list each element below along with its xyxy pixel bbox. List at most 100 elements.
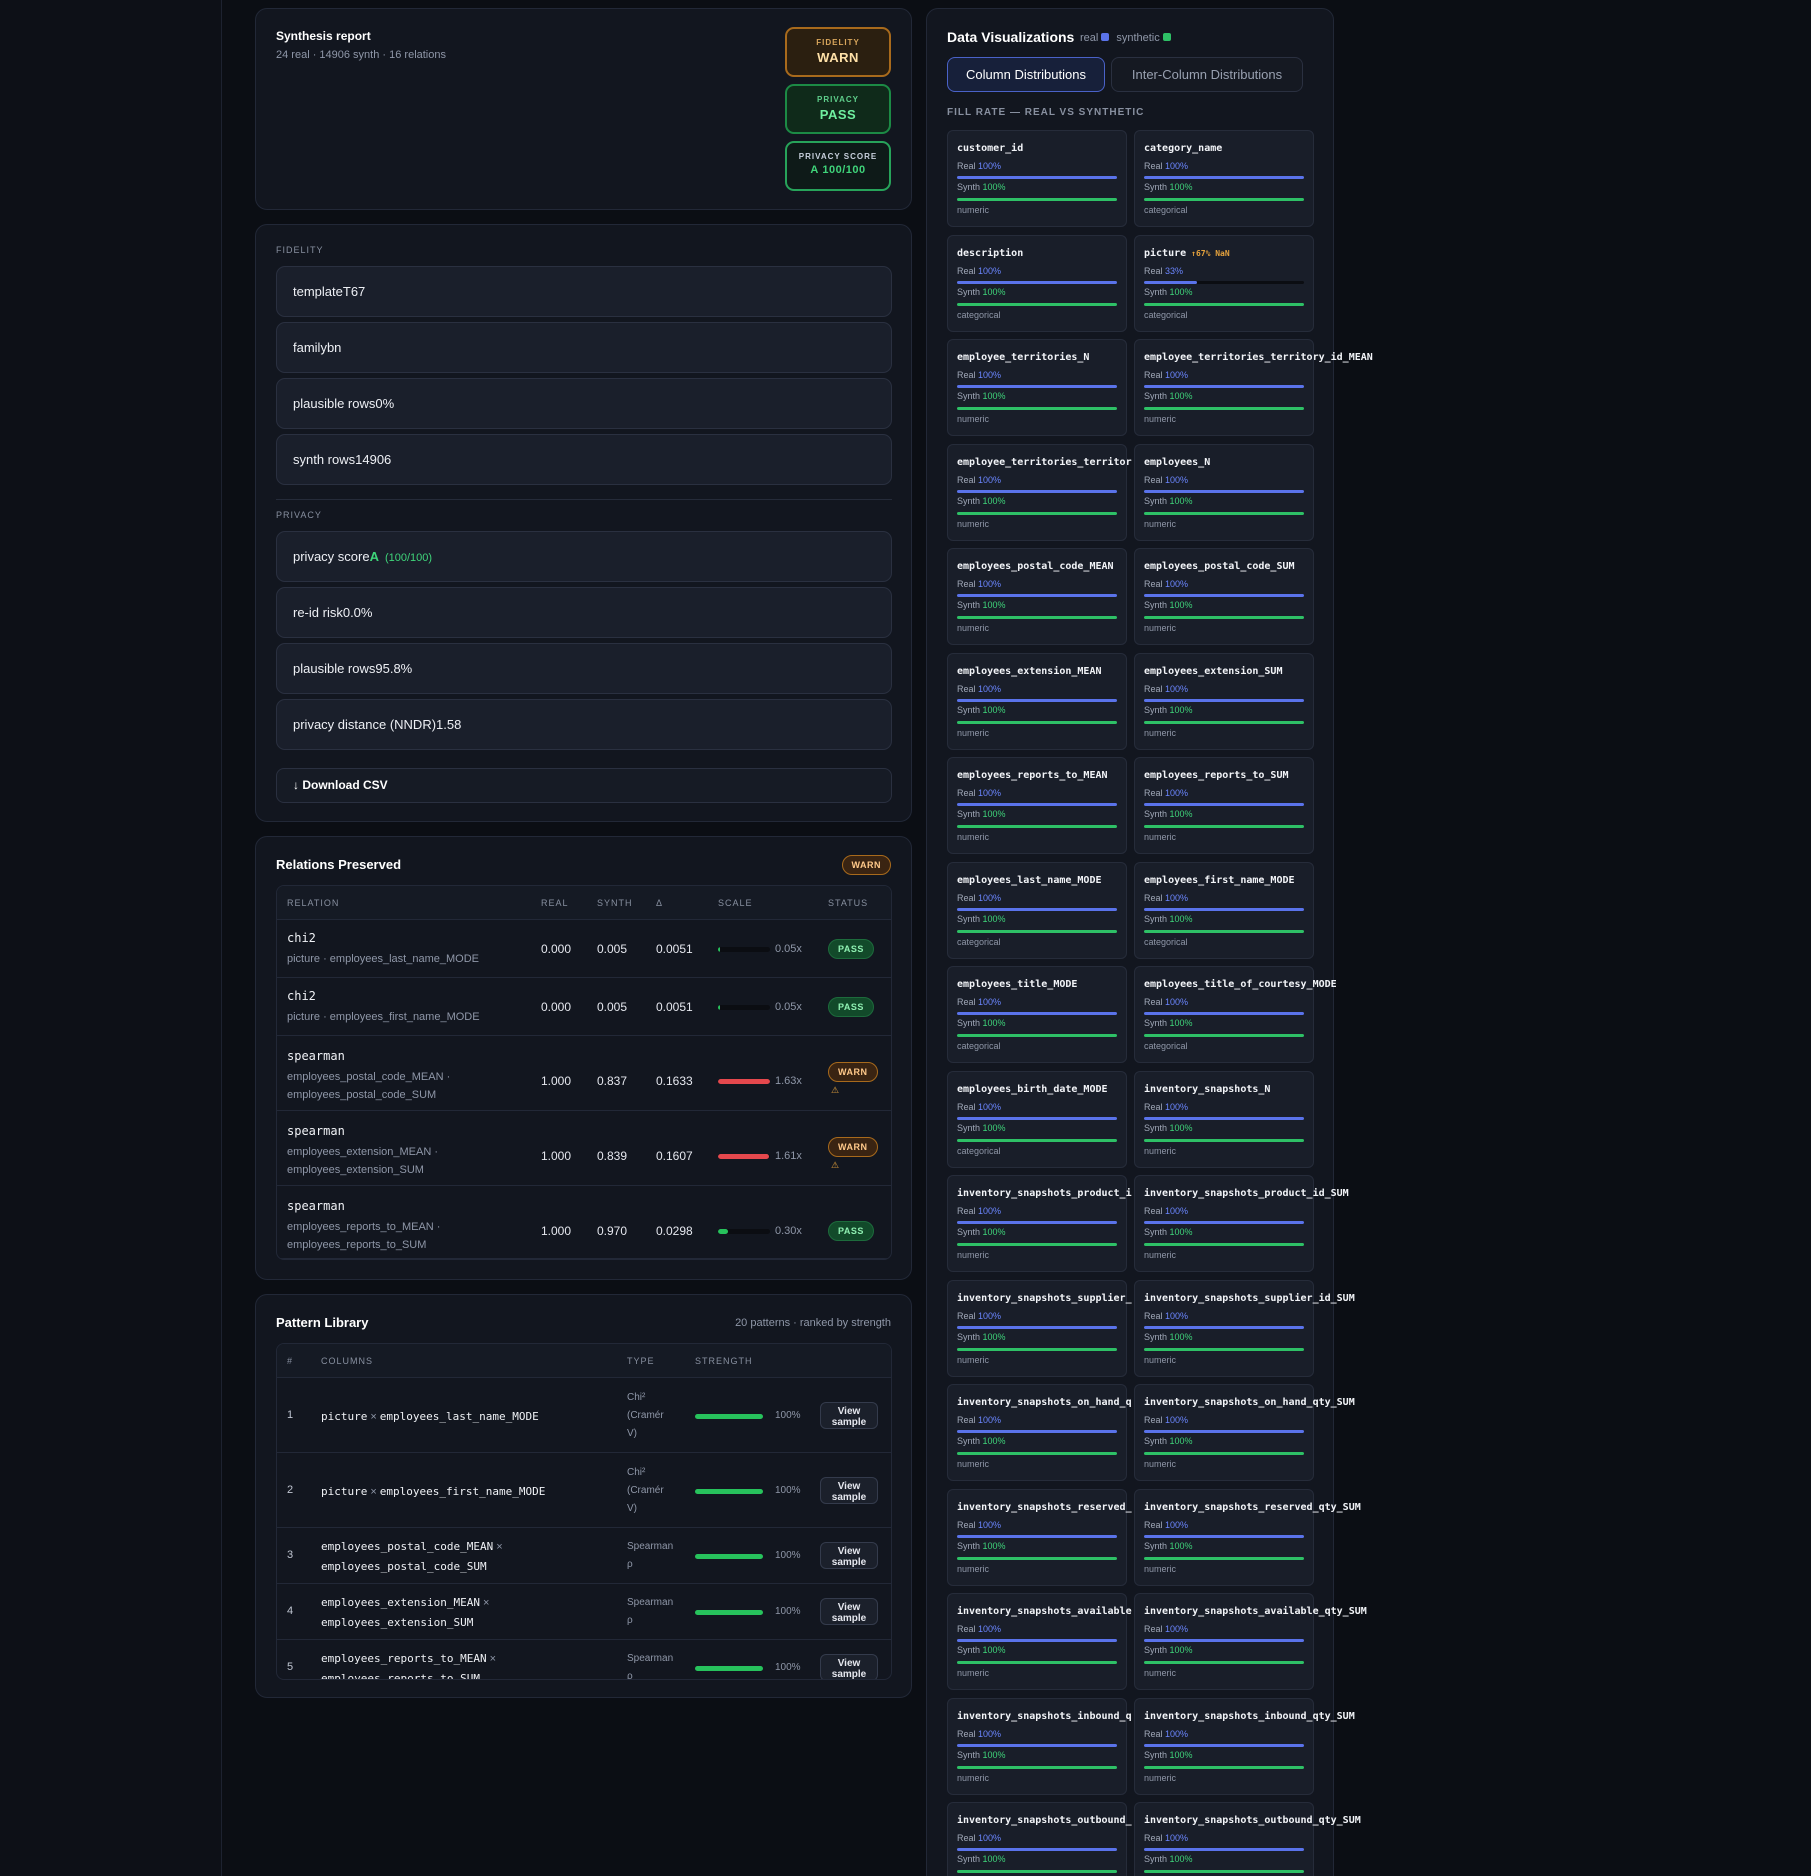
pattern-column-a: employees_reports_to_MEAN	[321, 1652, 487, 1665]
real-fill-value: 100%	[1165, 161, 1189, 171]
synth-fill-bar-fill	[1144, 616, 1304, 619]
synth-fill-value: 100%	[1169, 1749, 1193, 1760]
view-sample-button[interactable]: View sample	[820, 1401, 878, 1429]
real-fill-value: 100%	[1165, 1310, 1189, 1321]
synth-label: Synth	[1144, 391, 1168, 401]
synth-fill-value: 100%	[982, 286, 1006, 297]
view-sample-button[interactable]: View sample	[820, 1654, 878, 1679]
synth-fill-bar	[957, 1870, 1117, 1873]
real-label: Real	[957, 1624, 976, 1634]
synth-fill-label: Synth 100%	[1144, 705, 1193, 715]
pattern-table[interactable]: # COLUMNS TYPE STRENGTH 1 picture × employe…	[276, 1343, 892, 1680]
strength-bar-fill	[695, 1610, 763, 1615]
column-name-text: employee_territories_territor	[957, 456, 1132, 468]
view-sample-button[interactable]: View sample	[820, 1598, 878, 1625]
synth-fill-label: Synth 100%	[957, 182, 1006, 192]
real-fill-value: 33%	[1165, 265, 1184, 276]
real-fill-bar	[957, 176, 1117, 179]
relation-name: chi2	[287, 931, 316, 945]
synth-fill-bar-fill	[957, 1034, 1117, 1037]
synth-fill-value: 100%	[1169, 913, 1193, 924]
column-name: picture ↑67% NaN	[1144, 248, 1230, 259]
privacy-badge-label: PRIVACY	[817, 95, 859, 104]
synth-fill-label: Synth 100%	[1144, 182, 1193, 192]
synth-fill-bar-fill	[1144, 407, 1304, 410]
column-type: numeric	[1144, 1668, 1177, 1678]
column-type: numeric	[957, 1668, 990, 1678]
column-name-text: inventory_snapshots_product_id_SUM	[1144, 1188, 1349, 1199]
tab-inter-column-distributions[interactable]: Inter-Column Distributions	[1111, 57, 1303, 92]
real-label: Real	[1144, 474, 1163, 485]
column-type: numeric	[957, 1563, 990, 1574]
synth-fill-bar-fill	[957, 720, 1117, 724]
column-type: numeric	[957, 1354, 990, 1365]
real-fill-bar	[957, 1116, 1117, 1120]
col-header-columns: COLUMNS	[321, 1356, 374, 1366]
column-fill-card: employees_reports_to_MEAN Real 100% Synth …	[947, 757, 1127, 854]
real-fill-value: 100%	[978, 1833, 1002, 1843]
synth-fill-value: 100%	[982, 1122, 1006, 1133]
column-fill-card: inventory_snapshots_outbound_qty_SUM Real…	[1134, 1802, 1361, 1876]
pattern-type-line: Spearman	[627, 1653, 674, 1664]
synth-fill-label: Synth 100%	[957, 287, 1006, 297]
synth-fill-bar	[1144, 198, 1304, 201]
synth-fill-bar-fill	[1144, 1661, 1304, 1664]
strength-value: 100%	[775, 1550, 801, 1561]
col-header-number: #	[287, 1356, 294, 1366]
relation-columns: employees_reports_to_MEAN · employees_rep…	[287, 1218, 440, 1254]
synth-label: Synth	[957, 600, 981, 610]
column-name-text: inventory_snapshots_inbound_qty_SUM	[1144, 1710, 1355, 1722]
column-name-text: inventory_snapshots_supplier_id_SUM	[1144, 1292, 1355, 1304]
column-name: employees_title_MODE	[957, 979, 1077, 990]
metric-synth-rows: synth rows14906	[276, 434, 892, 485]
synth-label: Synth	[957, 1122, 981, 1133]
real-label: Real	[957, 474, 976, 485]
pattern-column-a: employees_extension_MEAN	[321, 1596, 480, 1609]
real-fill-value: 100%	[1165, 1415, 1189, 1425]
download-csv-button[interactable]: ↓ Download CSV	[276, 768, 892, 803]
metric-reid-risk: re-id risk0.0%	[276, 587, 892, 638]
pattern-type-line: Chi²	[627, 1391, 646, 1403]
column-name: employees_reports_to_SUM	[1144, 770, 1289, 781]
view-sample-button[interactable]: View sample	[820, 1542, 878, 1569]
view-sample-button[interactable]: View sample	[820, 1476, 878, 1504]
real-fill-bar	[957, 907, 1117, 911]
synth-fill-value: 100%	[1169, 809, 1193, 819]
synth-fill-bar	[1144, 1138, 1304, 1142]
synth-fill-label: Synth 100%	[957, 496, 1006, 506]
synth-fill-bar-fill	[957, 616, 1117, 619]
synth-fill-bar-fill	[957, 1661, 1117, 1664]
column-fill-card: inventory_snapshots_inbound_q Real 100% Sy…	[947, 1697, 1132, 1795]
tab-column-distributions[interactable]: Column Distributions	[947, 57, 1105, 92]
scale-label: 0.30x	[775, 1225, 802, 1237]
real-fill-label: Real 100%	[1144, 788, 1188, 798]
column-type: numeric	[957, 832, 990, 842]
synth-fill-label: Synth 100%	[1144, 1436, 1193, 1446]
synth-label: Synth	[1144, 1645, 1168, 1655]
real-label: Real	[957, 788, 976, 798]
real-fill-label: Real 100%	[957, 1415, 1001, 1425]
real-fill-bar-fill	[957, 176, 1117, 179]
real-fill-bar	[1144, 1848, 1304, 1851]
real-fill-bar	[957, 1743, 1117, 1747]
real-label: Real	[957, 1415, 976, 1425]
pattern-type: Chi² (Cramér V)	[627, 1464, 677, 1518]
column-type: categorical	[1144, 1041, 1188, 1051]
real-fill-bar-fill	[1144, 489, 1304, 493]
real-fill-bar-fill	[1144, 1534, 1304, 1538]
real-fill-value: 100%	[978, 1206, 1002, 1216]
metric-value: 0.0%	[342, 605, 373, 620]
real-fill-label: Real 33%	[1144, 266, 1183, 276]
real-fill-label: Real 100%	[957, 266, 1001, 276]
column-name: employees_first_name_MODE	[1144, 875, 1295, 886]
synth-fill-bar	[957, 825, 1117, 828]
real-fill-bar-fill	[1144, 280, 1197, 284]
real-fill-label: Real 100%	[957, 370, 1001, 380]
real-fill-bar-fill	[957, 280, 1117, 284]
pattern-library-subtitle: 20 patterns · ranked by strength	[735, 1317, 891, 1329]
column-name-text: employees_birth_date_MODE	[957, 1083, 1108, 1095]
real-fill-bar	[957, 280, 1117, 284]
column-name-text: employees_extension_SUM	[1144, 665, 1283, 677]
pattern-table-header: # COLUMNS TYPE STRENGTH	[277, 1344, 891, 1378]
synth-fill-bar	[1144, 720, 1304, 724]
